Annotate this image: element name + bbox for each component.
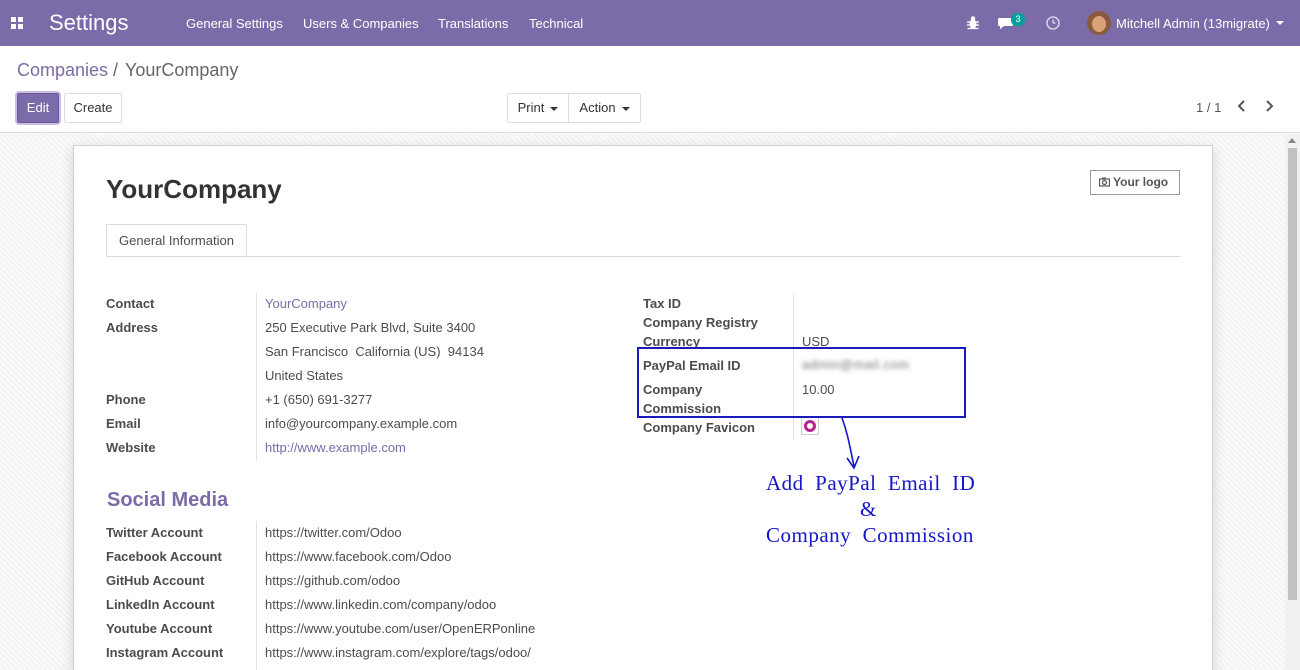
menu-translations[interactable]: Translations bbox=[438, 16, 508, 31]
chevron-down-icon bbox=[550, 106, 559, 111]
annotation-arrow-icon bbox=[841, 417, 860, 470]
instagram-value: https://www.instagram.com/explore/tags/o… bbox=[265, 645, 531, 660]
company-name-title: YourCompany bbox=[106, 174, 282, 204]
facebook-label: Facebook Account bbox=[106, 549, 222, 564]
social-media-title: Social Media bbox=[107, 489, 229, 511]
annotation-line-1: Add PayPal Email ID bbox=[766, 471, 976, 495]
twitter-label: Twitter Account bbox=[106, 525, 203, 540]
action-dropdown[interactable]: Action bbox=[568, 93, 641, 123]
company-favicon-image bbox=[801, 417, 819, 435]
phone-label: Phone bbox=[106, 392, 146, 407]
contact-label: Contact bbox=[106, 296, 155, 311]
menu-general-settings[interactable]: General Settings bbox=[186, 16, 283, 31]
activity-clock-icon[interactable] bbox=[1044, 14, 1062, 32]
pager-previous-icon[interactable] bbox=[1235, 98, 1249, 114]
address-line-1: 250 Executive Park Blvd, Suite 3400 bbox=[265, 320, 476, 335]
action-label: Action bbox=[579, 100, 616, 115]
website-value-link[interactable]: http://www.example.com bbox=[265, 440, 406, 455]
annotation-line-3: Company Commission bbox=[766, 523, 974, 547]
address-label: Address bbox=[106, 320, 159, 335]
tab-general-information[interactable]: General Information bbox=[106, 224, 247, 257]
messages-count-badge: 3 bbox=[1011, 13, 1025, 26]
company-favicon-label: Company Favicon bbox=[643, 420, 755, 435]
phone-value: +1 (650) 691-3277 bbox=[265, 392, 373, 407]
breadcrumb-companies[interactable]: Companies bbox=[17, 60, 108, 81]
top-navbar: Settings General Settings Users & Compan… bbox=[0, 0, 1300, 46]
chevron-down-icon bbox=[621, 106, 630, 111]
edit-button[interactable]: Edit bbox=[17, 93, 59, 123]
website-label: Website bbox=[106, 440, 156, 455]
print-label: Print bbox=[517, 100, 545, 115]
tab-divider bbox=[106, 256, 1181, 257]
app-brand[interactable]: Settings bbox=[49, 10, 129, 36]
linkedin-label: LinkedIn Account bbox=[106, 597, 215, 612]
linkedin-value: https://www.linkedin.com/company/odoo bbox=[265, 597, 497, 612]
address-line-2: San Francisco California (US) 94134 bbox=[265, 344, 484, 359]
company-registry-label: Company Registry bbox=[643, 315, 758, 330]
email-value: info@yourcompany.example.com bbox=[265, 416, 458, 431]
github-label: GitHub Account bbox=[106, 573, 205, 588]
twitter-value: https://twitter.com/Odoo bbox=[265, 525, 402, 540]
annotation-line-2: & bbox=[860, 497, 877, 521]
print-dropdown[interactable]: Print bbox=[507, 93, 569, 123]
breadcrumb-separator: / bbox=[113, 60, 119, 80]
logo-button-label: Your logo bbox=[1113, 175, 1169, 189]
menu-users-companies[interactable]: Users & Companies bbox=[303, 16, 419, 31]
vertical-scrollbar[interactable] bbox=[1285, 134, 1300, 670]
breadcrumb-current: YourCompany bbox=[125, 60, 239, 80]
menu-technical[interactable]: Technical bbox=[529, 16, 583, 31]
paypal-commission-highlight-box bbox=[637, 347, 966, 418]
youtube-label: Youtube Account bbox=[106, 621, 213, 636]
social-divider bbox=[256, 521, 257, 670]
create-button[interactable]: Create bbox=[64, 93, 122, 123]
address-line-3: United States bbox=[265, 368, 344, 383]
contact-value-link[interactable]: YourCompany bbox=[265, 296, 347, 311]
pager-value[interactable]: 1 / 1 bbox=[1196, 100, 1221, 115]
apps-menu-icon[interactable] bbox=[11, 17, 23, 29]
github-value: https://github.com/odoo bbox=[265, 573, 401, 588]
camera-icon bbox=[1098, 177, 1111, 187]
instagram-label: Instagram Account bbox=[106, 645, 224, 660]
debug-bug-icon[interactable] bbox=[964, 14, 982, 32]
facebook-value: https://www.facebook.com/Odoo bbox=[265, 549, 452, 564]
tax-id-label: Tax ID bbox=[643, 296, 682, 311]
scrollbar-thumb[interactable] bbox=[1288, 148, 1297, 600]
control-panel: Companies / YourCompany Edit Create Prin… bbox=[0, 46, 1300, 133]
user-menu-caret-icon[interactable] bbox=[1276, 21, 1284, 25]
user-menu-name[interactable]: Mitchell Admin (13migrate) bbox=[1116, 16, 1270, 31]
logo-upload-button[interactable]: Your logo bbox=[1090, 170, 1180, 195]
email-label: Email bbox=[106, 416, 141, 431]
left-group-divider bbox=[256, 293, 257, 460]
pager-next-icon[interactable] bbox=[1262, 98, 1276, 114]
youtube-value: https://www.youtube.com/user/OpenERPonli… bbox=[265, 621, 536, 636]
scroll-up-icon[interactable] bbox=[1288, 138, 1296, 143]
user-avatar[interactable] bbox=[1087, 11, 1111, 35]
